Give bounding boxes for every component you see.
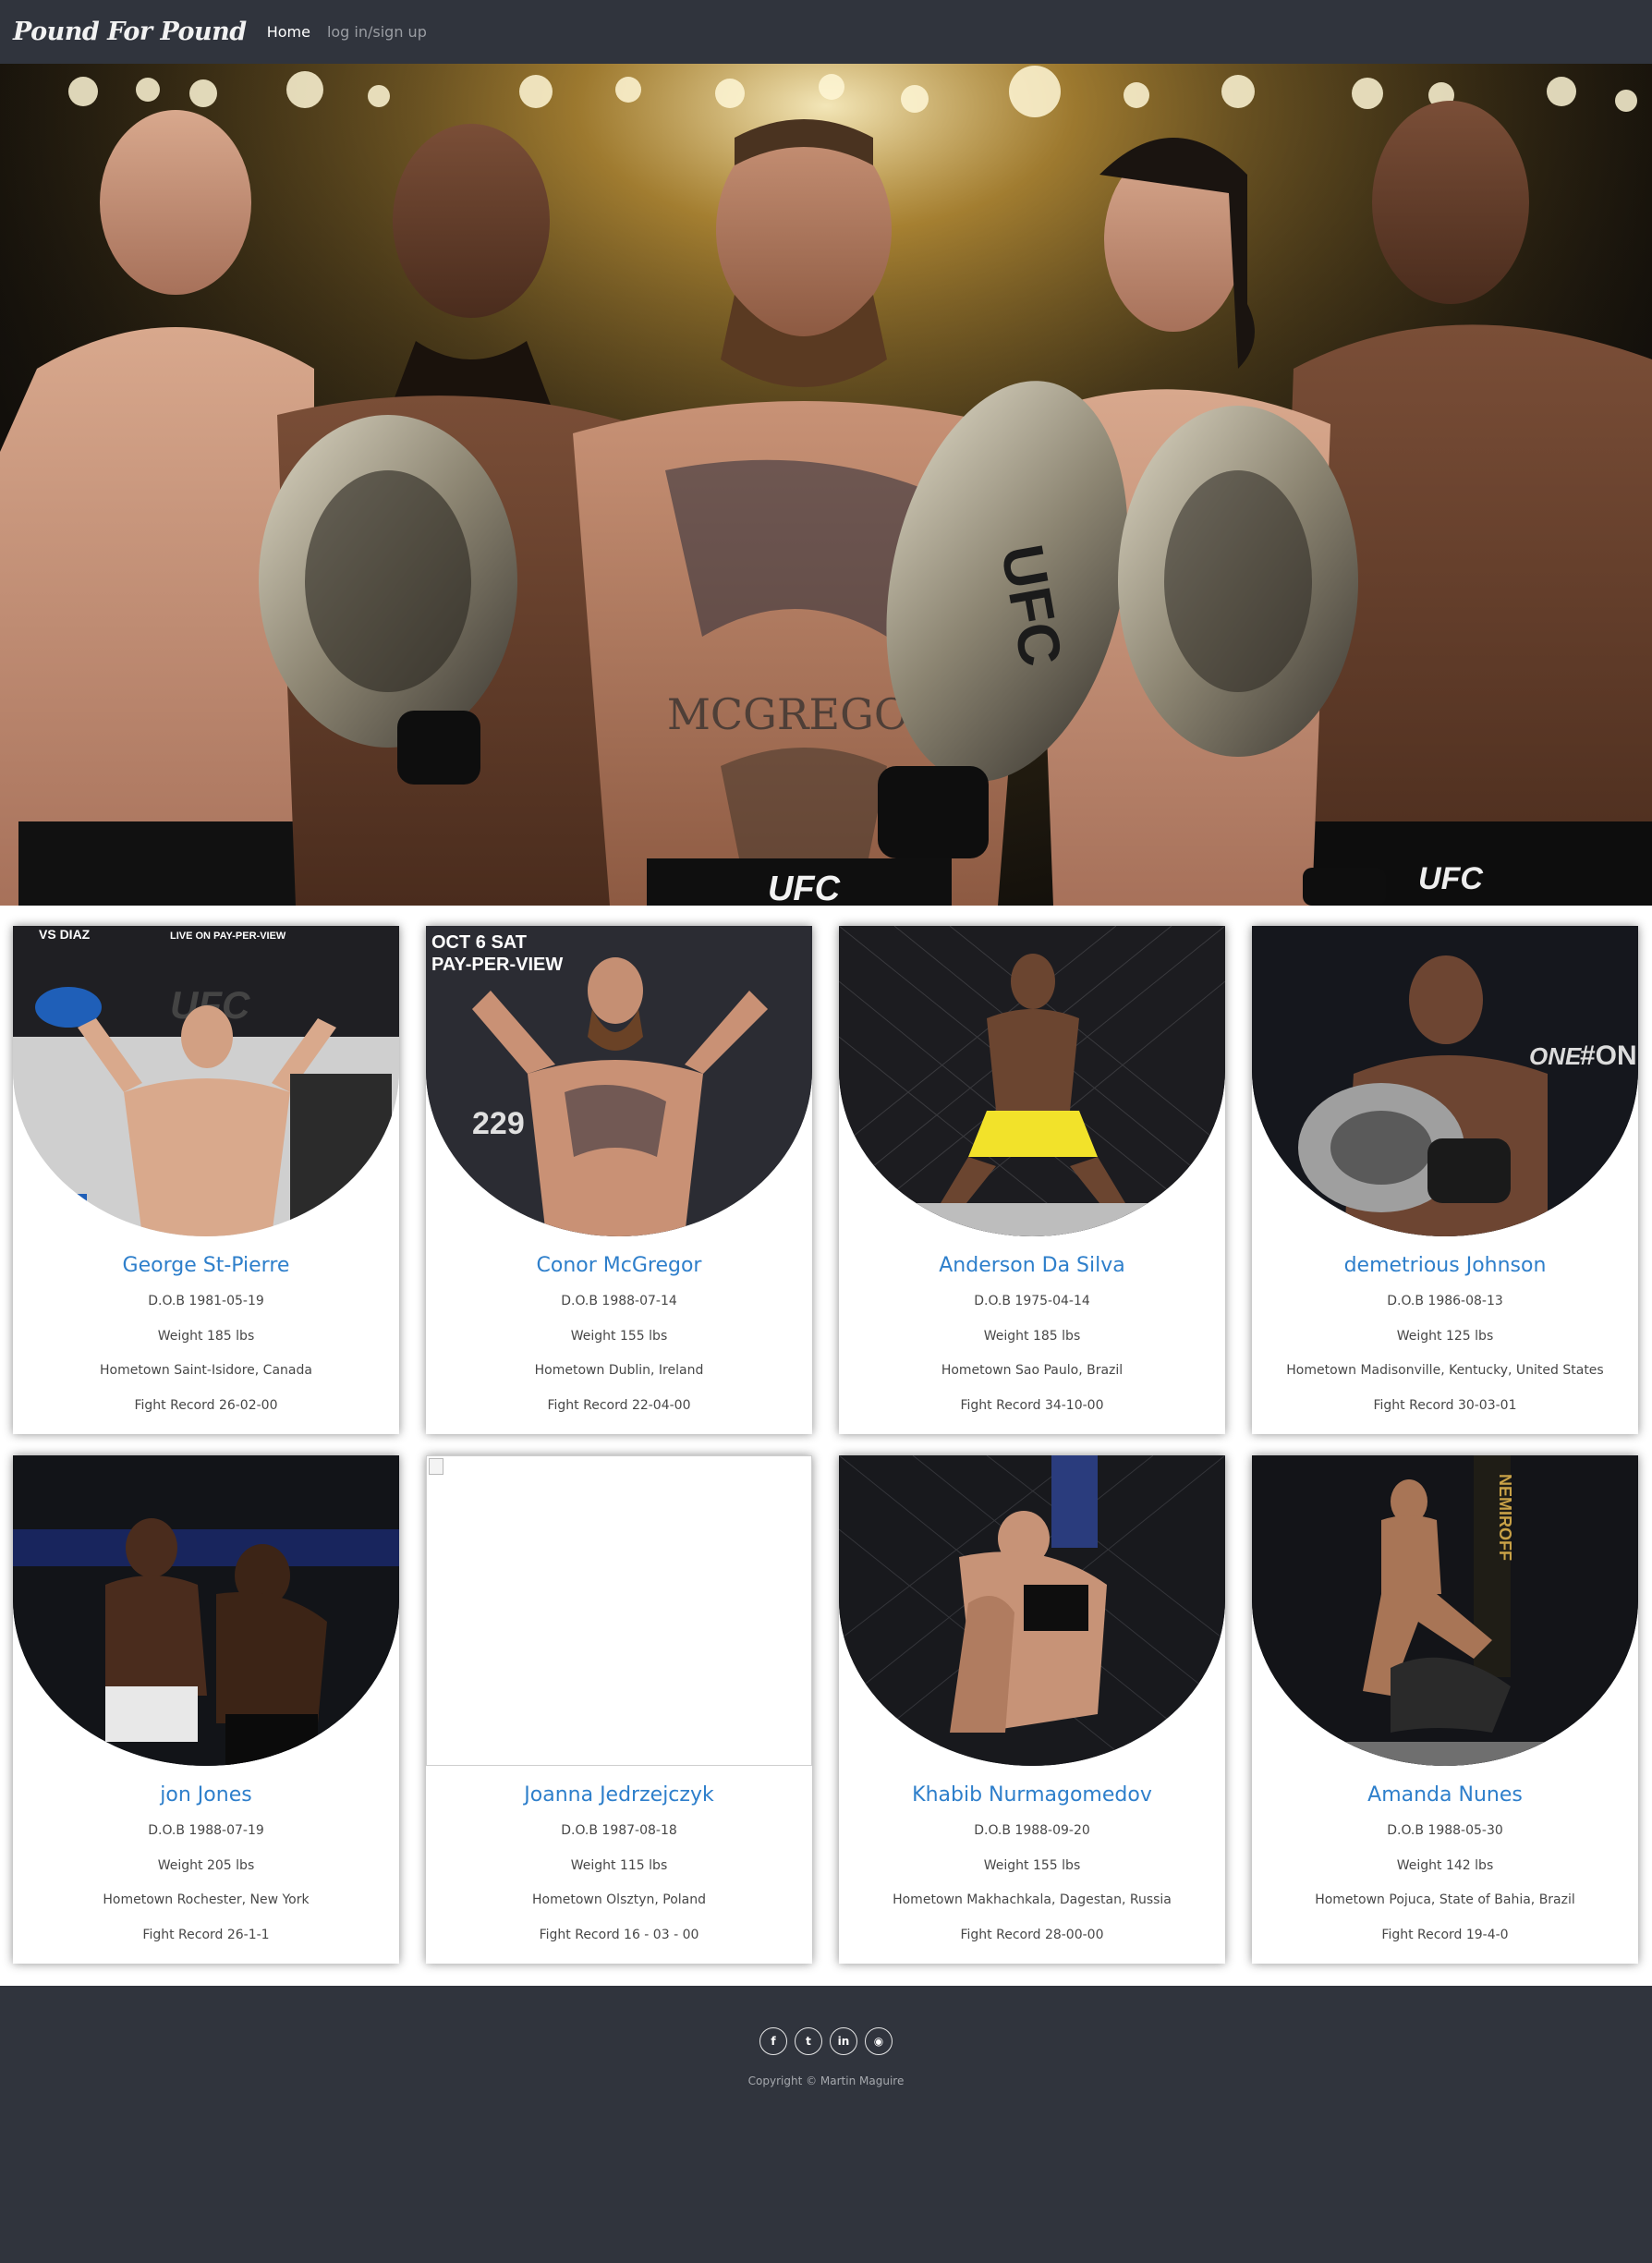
fighter-photo: ONE #ON <box>1252 926 1638 1236</box>
fighter-hometown: Hometown Olsztyn, Poland <box>531 1892 706 1907</box>
facebook-icon[interactable]: f <box>759 2027 787 2055</box>
fighter-hometown: Hometown Pojuca, State of Bahia, Brazil <box>1315 1892 1575 1907</box>
fighter-hometown: Hometown Saint-Isidore, Canada <box>100 1363 312 1378</box>
fighter-dob: D.O.B 1975-04-14 <box>974 1294 1090 1308</box>
hero-belt-text-1: UFC <box>1418 861 1483 896</box>
fighter-photo: VS DIAZ LIVE ON PAY-PER-VIEW UFC BUD LIG… <box>13 926 399 1236</box>
fighter-name[interactable]: Khabib Nurmagomedov <box>839 1783 1225 1807</box>
top-navbar: Pound For Pound Home log in/sign up <box>0 0 1652 64</box>
hero-banner: UFC MCGREGOR UFC UFC <box>0 64 1652 906</box>
fighter-name[interactable]: Joanna Jedrzejczyk <box>426 1783 812 1807</box>
linkedin-icon[interactable]: in <box>830 2027 857 2055</box>
fighter-photo: OCT 6 SAT PAY-PER-VIEW 229 <box>426 926 812 1236</box>
fighter-record: Fight Record 26-02-00 <box>134 1398 278 1413</box>
fighter-photo <box>839 1455 1225 1766</box>
page-footer: f t in ◉ Copyright © Martin Maguire <box>0 1986 1652 2263</box>
copyright-text: Copyright © Martin Maguire <box>747 2074 905 2087</box>
nav-home-link[interactable]: Home <box>267 23 310 41</box>
fighter-hometown: Hometown Makhachkala, Dagestan, Russia <box>893 1892 1172 1907</box>
fighter-record: Fight Record 22-04-00 <box>547 1398 691 1413</box>
fighter-hometown: Hometown Rochester, New York <box>103 1892 310 1907</box>
dj-hashtag-text: #ON <box>1580 1040 1637 1071</box>
nav-login-signup-link[interactable]: log in/sign up <box>327 23 427 41</box>
fighter-record: Fight Record 28-00-00 <box>960 1928 1104 1942</box>
gsp-ppv-text: LIVE ON PAY-PER-VIEW <box>170 931 286 942</box>
fighter-card[interactable]: Joanna Jedrzejczyk D.O.B 1987-08-18 Weig… <box>426 1455 812 1964</box>
fighter-card[interactable]: NEMIROFF Amanda Nunes D.O.B 1988-05-30 W… <box>1252 1455 1638 1964</box>
fighter-dob: D.O.B 1988-05-30 <box>1387 1823 1503 1838</box>
fighter-name[interactable]: demetrious Johnson <box>1252 1254 1638 1277</box>
fighter-card[interactable]: Anderson Da Silva D.O.B 1975-04-14 Weigh… <box>839 926 1225 1434</box>
fighter-name[interactable]: Amanda Nunes <box>1252 1783 1638 1807</box>
dj-one-text: ONE <box>1529 1042 1582 1070</box>
brand-logo[interactable]: Pound For Pound <box>13 18 247 46</box>
fighter-card[interactable]: OCT 6 SAT PAY-PER-VIEW 229 Conor McGrego… <box>426 926 812 1434</box>
fighter-photo <box>13 1455 399 1766</box>
fighter-name[interactable]: Anderson Da Silva <box>839 1254 1225 1277</box>
fighter-hometown: Hometown Madisonville, Kentucky, United … <box>1286 1363 1604 1378</box>
twitter-icon[interactable]: t <box>795 2027 822 2055</box>
conor-event-number: 229 <box>472 1106 525 1141</box>
fighter-weight: Weight 185 lbs <box>983 1329 1081 1344</box>
fighter-dob: D.O.B 1986-08-13 <box>1387 1294 1503 1308</box>
fighter-dob: D.O.B 1987-08-18 <box>561 1823 677 1838</box>
gsp-vs-diaz-text: VS DIAZ <box>39 927 91 942</box>
fighter-record: Fight Record 34-10-00 <box>960 1398 1104 1413</box>
fighter-dob: D.O.B 1988-07-19 <box>148 1823 264 1838</box>
fighter-record: Fight Record 26-1-1 <box>142 1928 270 1942</box>
fighter-dob: D.O.B 1988-07-14 <box>561 1294 677 1308</box>
fighter-record: Fight Record 16 - 03 - 00 <box>539 1928 699 1942</box>
hero-belt-text-2: UFC <box>768 870 841 906</box>
fighter-dob: D.O.B 1988-09-20 <box>974 1823 1090 1838</box>
fighter-hometown: Hometown Dublin, Ireland <box>534 1363 704 1378</box>
nunes-sponsor-text: NEMIROFF <box>1496 1474 1514 1561</box>
fighter-dob: D.O.B 1981-05-19 <box>148 1294 264 1308</box>
github-icon[interactable]: ◉ <box>865 2027 893 2055</box>
conor-ppv-text: PAY-PER-VIEW <box>431 955 563 975</box>
fighter-name[interactable]: Conor McGregor <box>426 1254 812 1277</box>
fighter-weight: Weight 155 lbs <box>570 1329 668 1344</box>
fighter-card[interactable]: VS DIAZ LIVE ON PAY-PER-VIEW UFC BUD LIG… <box>13 926 399 1434</box>
fighter-weight: Weight 205 lbs <box>157 1858 255 1873</box>
fighter-photo: NEMIROFF <box>1252 1455 1638 1766</box>
fighter-card[interactable]: ONE #ON demetrious Johnson D.O.B 1986-08… <box>1252 926 1638 1434</box>
fighter-record: Fight Record 19-4-0 <box>1381 1928 1509 1942</box>
social-links: f t in ◉ <box>0 2027 1652 2055</box>
hero-image: UFC MCGREGOR UFC UFC <box>0 64 1652 906</box>
fighter-hometown: Hometown Sao Paulo, Brazil <box>941 1363 1124 1378</box>
fighter-card[interactable]: jon Jones D.O.B 1988-07-19 Weight 205 lb… <box>13 1455 399 1964</box>
fighter-photo <box>839 926 1225 1236</box>
fighter-card[interactable]: Khabib Nurmagomedov D.O.B 1988-09-20 Wei… <box>839 1455 1225 1964</box>
fighter-record: Fight Record 30-03-01 <box>1373 1398 1517 1413</box>
gsp-bud-light-text: BUD LIGHT <box>28 1207 94 1221</box>
fighter-weight: Weight 142 lbs <box>1396 1858 1494 1873</box>
fighter-weight: Weight 115 lbs <box>570 1858 668 1873</box>
fighter-photo-broken <box>426 1455 812 1766</box>
fighter-name[interactable]: George St-Pierre <box>13 1254 399 1277</box>
fighter-weight: Weight 185 lbs <box>157 1329 255 1344</box>
fighter-name[interactable]: jon Jones <box>13 1783 399 1807</box>
conor-date-text: OCT 6 SAT <box>431 932 527 953</box>
fighter-weight: Weight 155 lbs <box>983 1858 1081 1873</box>
fighter-weight: Weight 125 lbs <box>1396 1329 1494 1344</box>
broken-image-icon <box>429 1458 443 1475</box>
